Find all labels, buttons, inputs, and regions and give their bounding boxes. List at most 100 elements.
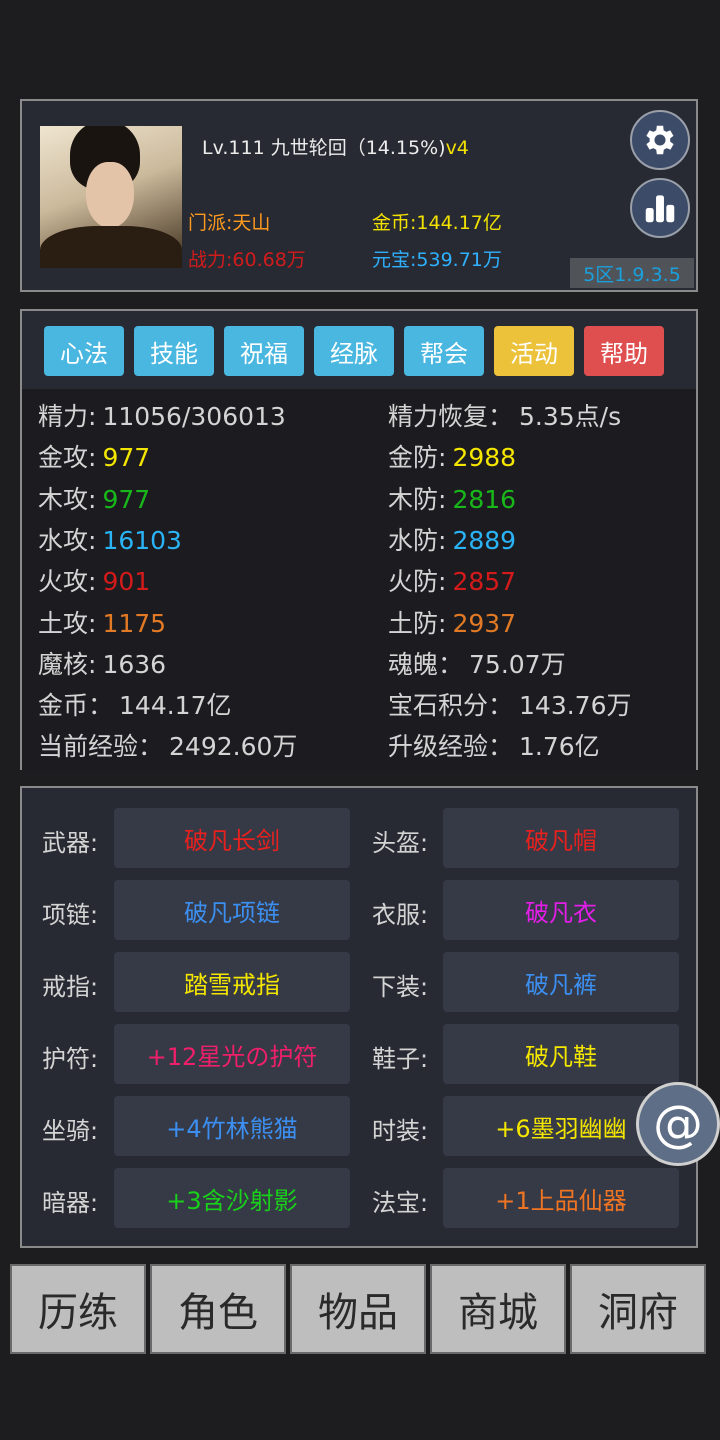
equip-slot-label: 武器:: [42, 829, 99, 857]
tab-help[interactable]: 帮助: [584, 326, 664, 376]
tab-blessing[interactable]: 祝福: [224, 326, 304, 376]
stat-label: 金攻:: [38, 443, 97, 473]
stat-value: 2889: [452, 525, 517, 555]
stat-row: 木防: 2816: [388, 480, 516, 516]
equip-slot-item[interactable]: +12星光の护符: [114, 1024, 350, 1084]
equip-slot-item[interactable]: 破凡长剑: [114, 808, 350, 868]
equip-slot-label: 坐骑:: [42, 1117, 99, 1145]
gold-label: 金币:144.17亿: [372, 212, 502, 234]
nav-character[interactable]: 角色: [150, 1264, 286, 1354]
stats-panel: 心法 技能 祝福 经脉 帮会 活动 帮助 精力: 11056/306013 精力恢复…: [20, 309, 698, 770]
stat-label: 火防:: [388, 567, 447, 597]
stat-row: 土防: 2937: [388, 604, 516, 640]
stat-label: 魂魄：: [388, 649, 464, 679]
bar-chart-icon: [645, 195, 675, 223]
stat-value: 75.07万: [469, 649, 566, 679]
equip-slot-label: 戒指:: [42, 973, 99, 1001]
character-avatar[interactable]: [40, 126, 182, 268]
equip-slot-label: 法宝:: [372, 1189, 429, 1217]
equip-slot-item[interactable]: 破凡衣: [443, 880, 679, 940]
tab-xinfa[interactable]: 心法: [44, 326, 124, 376]
equip-slot-item[interactable]: 破凡项链: [114, 880, 350, 940]
stat-row: 水攻: 16103: [38, 521, 182, 557]
equip-slot-item[interactable]: +4竹林熊猫: [114, 1096, 350, 1156]
tab-meridians[interactable]: 经脉: [314, 326, 394, 376]
nav-items[interactable]: 物品: [290, 1264, 426, 1354]
ranking-button[interactable]: [630, 178, 690, 238]
stat-value: 2857: [452, 567, 517, 597]
equip-slot-label: 护符:: [42, 1045, 99, 1073]
equip-slot-label: 暗器:: [42, 1189, 99, 1217]
equip-slot-item[interactable]: +3含沙射影: [114, 1168, 350, 1228]
equip-slot-label: 衣服:: [372, 901, 429, 929]
stat-row: 金攻: 977: [38, 438, 150, 474]
stat-list: 精力: 11056/306013 精力恢复： 5.35点/s 金攻: 977 金防: 2988…: [22, 389, 696, 770]
stat-value: 1175: [102, 608, 167, 638]
stat-row: 升级经验： 1.76亿: [388, 727, 600, 763]
stat-value: 901: [102, 567, 151, 597]
settings-button[interactable]: [630, 110, 690, 170]
stat-value: 1636: [102, 649, 167, 679]
stat-value: 977: [102, 484, 151, 514]
tab-guild[interactable]: 帮会: [404, 326, 484, 376]
equip-slot-item[interactable]: +1上品仙器: [443, 1168, 679, 1228]
stat-value: 1.76亿: [519, 732, 600, 762]
stat-label: 魔核:: [38, 649, 97, 679]
equip-slot-item[interactable]: 破凡帽: [443, 808, 679, 868]
nav-training[interactable]: 历练: [10, 1264, 146, 1354]
stat-value: 2816: [452, 484, 517, 514]
stat-label: 土防:: [388, 608, 447, 638]
nav-shop[interactable]: 商城: [430, 1264, 566, 1354]
stat-value: 11056/306013: [102, 402, 286, 431]
stat-value: 2988: [452, 443, 517, 473]
stat-row: 土攻: 1175: [38, 604, 166, 640]
function-tabs: 心法 技能 祝福 经脉 帮会 活动 帮助: [44, 326, 664, 376]
character-header: Lv.111 九世轮回（14.15%)v4 门派:天山 战力:60.68万 金币…: [20, 99, 698, 292]
level-info: Lv.111 九世轮回（14.15%)v4: [202, 133, 469, 160]
level-suffix: v4: [445, 137, 469, 159]
stat-row: 金币： 144.17亿: [38, 686, 232, 722]
stat-label: 木防:: [388, 484, 447, 514]
stat-row: 金防: 2988: [388, 438, 516, 474]
stat-label: 精力恢复：: [388, 402, 514, 431]
level-text: Lv.111 九世轮回（14.15%): [202, 137, 446, 159]
stat-row: 宝石积分： 143.76万: [388, 686, 632, 722]
at-float-button[interactable]: @: [636, 1082, 720, 1166]
stat-value: 977: [102, 443, 151, 473]
nav-cave[interactable]: 洞府: [570, 1264, 706, 1354]
equip-slot-item[interactable]: 踏雪戒指: [114, 952, 350, 1012]
bottom-nav: 历练 角色 物品 商城 洞府: [10, 1264, 706, 1354]
stat-row: 精力恢复： 5.35点/s: [388, 397, 621, 433]
stat-row: 木攻: 977: [38, 480, 150, 516]
equip-slot-item[interactable]: 破凡裤: [443, 952, 679, 1012]
equipment-panel: 武器: 破凡长剑 头盔: 破凡帽 项链: 破凡项链 衣服: 破凡衣 戒指: 踏雪戒指 下装: 破凡裤护…: [20, 786, 698, 1248]
equip-slot-label: 下装:: [372, 973, 429, 1001]
stat-label: 金币：: [38, 691, 114, 721]
stat-value: 143.76万: [519, 691, 632, 721]
stat-value: 2492.60万: [169, 732, 298, 762]
server-version-badge: 5区1.9.3.5: [570, 258, 694, 288]
equip-slot-label: 头盔:: [372, 829, 429, 857]
stat-value: 5.35点/s: [519, 402, 622, 431]
stat-label: 水攻:: [38, 525, 97, 555]
power-label: 战力:60.68万: [188, 249, 306, 271]
stat-label: 木攻:: [38, 484, 97, 514]
stat-value: 144.17亿: [119, 691, 232, 721]
equip-slot-label: 时装:: [372, 1117, 429, 1145]
stat-label: 精力:: [38, 402, 97, 431]
equip-slot-item[interactable]: 破凡鞋: [443, 1024, 679, 1084]
sect-label: 门派:天山: [188, 212, 271, 234]
yuanbao-label: 元宝:539.71万: [372, 249, 502, 271]
stat-row: 当前经验： 2492.60万: [38, 727, 297, 763]
stat-value: 2937: [452, 608, 517, 638]
tab-skills[interactable]: 技能: [134, 326, 214, 376]
stat-label: 宝石积分：: [388, 691, 514, 721]
equip-slot-label: 鞋子:: [372, 1045, 429, 1073]
stat-label: 火攻:: [38, 567, 97, 597]
stat-row: 精力: 11056/306013: [38, 397, 286, 433]
tab-events[interactable]: 活动: [494, 326, 574, 376]
stat-label: 土攻:: [38, 608, 97, 638]
stat-label: 水防:: [388, 525, 447, 555]
stat-row: 魂魄： 75.07万: [388, 645, 566, 681]
stat-label: 升级经验：: [388, 732, 514, 762]
